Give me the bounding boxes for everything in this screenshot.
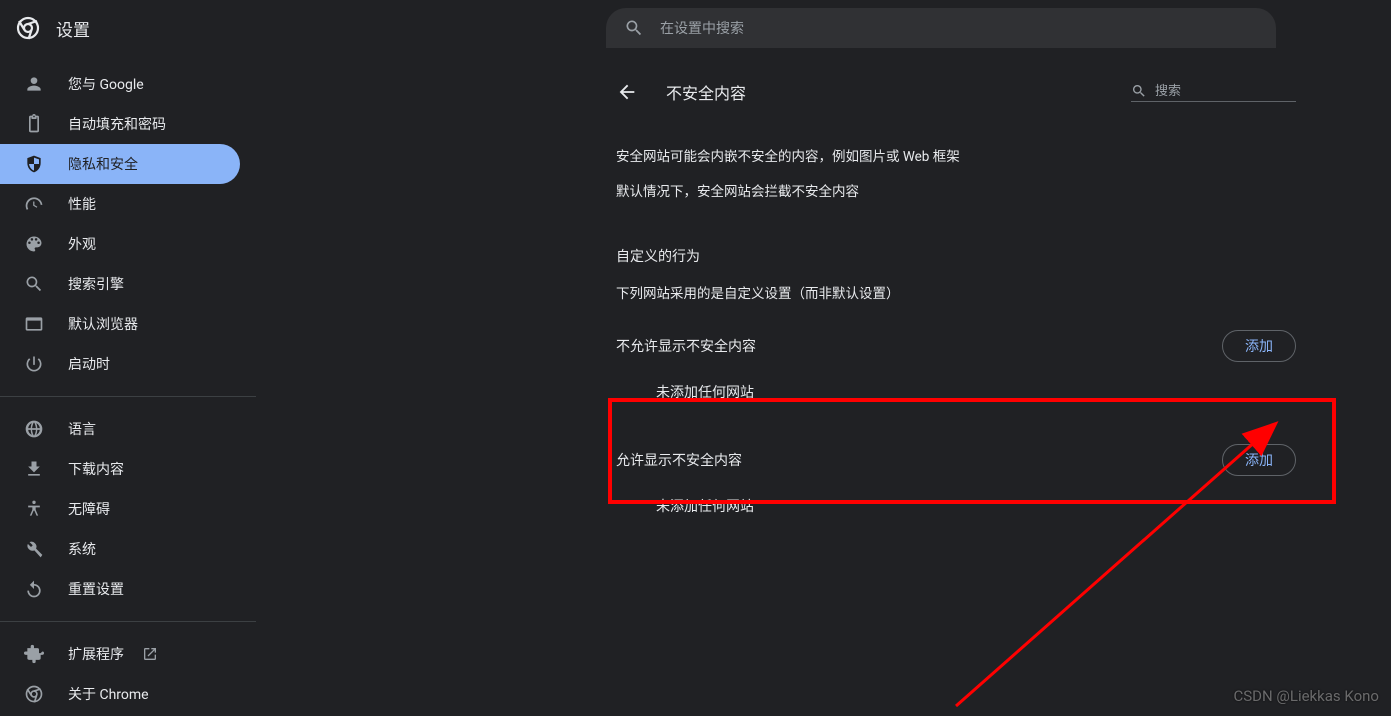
row-allow: 允许显示不安全内容 添加 — [616, 416, 1296, 480]
sidebar-item-label: 默认浏览器 — [68, 314, 138, 334]
page-search[interactable] — [1131, 83, 1296, 102]
sidebar-item-label: 外观 — [68, 234, 96, 254]
browser-icon — [24, 314, 44, 334]
person-icon — [24, 74, 44, 94]
add-allow-button[interactable]: 添加 — [1222, 444, 1296, 476]
block-label: 不允许显示不安全内容 — [616, 336, 756, 356]
sidebar-item-label: 重置设置 — [68, 579, 124, 599]
header-left: 设置 — [16, 16, 316, 41]
search-icon — [24, 274, 44, 294]
sidebar-item-label: 系统 — [68, 539, 96, 559]
sidebar-item-appearance[interactable]: 外观 — [0, 224, 240, 264]
sidebar-item-startup[interactable]: 启动时 — [0, 344, 240, 384]
description: 安全网站可能会内嵌不安全的内容，例如图片或 Web 框架 默认情况下，安全网站会… — [616, 120, 1296, 210]
sidebar-item-autofill[interactable]: 自动填充和密码 — [0, 104, 240, 144]
globe-icon — [24, 419, 44, 439]
back-arrow-icon[interactable] — [616, 81, 638, 103]
description-line-1: 安全网站可能会内嵌不安全的内容，例如图片或 Web 框架 — [616, 140, 1296, 175]
sidebar-item-about[interactable]: 关于 Chrome — [0, 674, 240, 711]
block-empty: 未添加任何网站 — [616, 366, 1296, 416]
allow-label: 允许显示不安全内容 — [616, 450, 742, 470]
sidebar-item-label: 隐私和安全 — [68, 154, 138, 174]
external-link-icon — [142, 646, 158, 662]
sidebar-item-extensions[interactable]: 扩展程序 — [0, 634, 240, 674]
sidebar-item-label: 语言 — [68, 419, 96, 439]
sidebar-item-label: 搜索引擎 — [68, 274, 124, 294]
global-search[interactable] — [606, 8, 1276, 48]
sidebar-item-label: 自动填充和密码 — [68, 114, 166, 134]
sidebar-item-privacy[interactable]: 隐私和安全 — [0, 144, 240, 184]
sidebar-item-label: 您与 Google — [68, 74, 144, 94]
sidebar-item-languages[interactable]: 语言 — [0, 409, 240, 449]
description-line-2: 默认情况下，安全网站会拦截不安全内容 — [616, 175, 1296, 210]
allow-empty: 未添加任何网站 — [616, 480, 1296, 530]
sidebar-separator — [0, 621, 256, 622]
sidebar-item-you-and-google[interactable]: 您与 Google — [0, 64, 240, 104]
sidebar-item-label: 启动时 — [68, 354, 110, 374]
app-title: 设置 — [56, 16, 90, 41]
page-title: 不安全内容 — [666, 80, 1103, 104]
sidebar: 您与 Google 自动填充和密码 隐私和安全 性能 外观 搜索引擎 默认浏览器 — [0, 56, 256, 711]
accessibility-icon — [24, 499, 44, 519]
main: 不安全内容 安全网站可能会内嵌不安全的内容，例如图片或 Web 框架 默认情况下… — [256, 56, 1391, 711]
shield-icon — [24, 154, 44, 174]
sidebar-item-downloads[interactable]: 下载内容 — [0, 449, 240, 489]
add-block-button[interactable]: 添加 — [1222, 330, 1296, 362]
extension-icon — [24, 644, 44, 664]
row-block: 不允许显示不安全内容 添加 — [616, 302, 1296, 366]
sidebar-item-system[interactable]: 系统 — [0, 529, 240, 569]
reset-icon — [24, 579, 44, 599]
sidebar-separator — [0, 396, 256, 397]
page-header: 不安全内容 — [616, 64, 1296, 120]
speed-icon — [24, 194, 44, 214]
page-search-input[interactable] — [1155, 83, 1285, 98]
watermark: CSDN @Liekkas Kono — [1233, 687, 1379, 705]
global-search-input[interactable] — [660, 20, 1258, 36]
sidebar-item-label: 无障碍 — [68, 499, 110, 519]
header: 设置 — [0, 0, 1391, 56]
chrome-icon — [16, 16, 40, 40]
sidebar-item-label: 扩展程序 — [68, 644, 124, 664]
sidebar-item-label: 下载内容 — [68, 459, 124, 479]
search-icon — [1131, 83, 1147, 99]
sidebar-item-label: 性能 — [68, 194, 96, 214]
chrome-icon — [24, 684, 44, 704]
section-custom-behavior: 自定义的行为 — [616, 210, 1296, 266]
sidebar-item-label: 关于 Chrome — [68, 684, 149, 704]
section-custom-behavior-sub: 下列网站采用的是自定义设置（而非默认设置） — [616, 266, 1296, 302]
sidebar-item-reset[interactable]: 重置设置 — [0, 569, 240, 609]
download-icon — [24, 459, 44, 479]
clipboard-icon — [24, 114, 44, 134]
palette-icon — [24, 234, 44, 254]
layout: 您与 Google 自动填充和密码 隐私和安全 性能 外观 搜索引擎 默认浏览器 — [0, 56, 1391, 711]
power-icon — [24, 354, 44, 374]
sidebar-item-default-browser[interactable]: 默认浏览器 — [0, 304, 240, 344]
sidebar-item-search-engine[interactable]: 搜索引擎 — [0, 264, 240, 304]
search-icon — [624, 18, 644, 38]
content: 不安全内容 安全网站可能会内嵌不安全的内容，例如图片或 Web 框架 默认情况下… — [616, 56, 1296, 530]
sidebar-item-performance[interactable]: 性能 — [0, 184, 240, 224]
sidebar-item-accessibility[interactable]: 无障碍 — [0, 489, 240, 529]
wrench-icon — [24, 539, 44, 559]
